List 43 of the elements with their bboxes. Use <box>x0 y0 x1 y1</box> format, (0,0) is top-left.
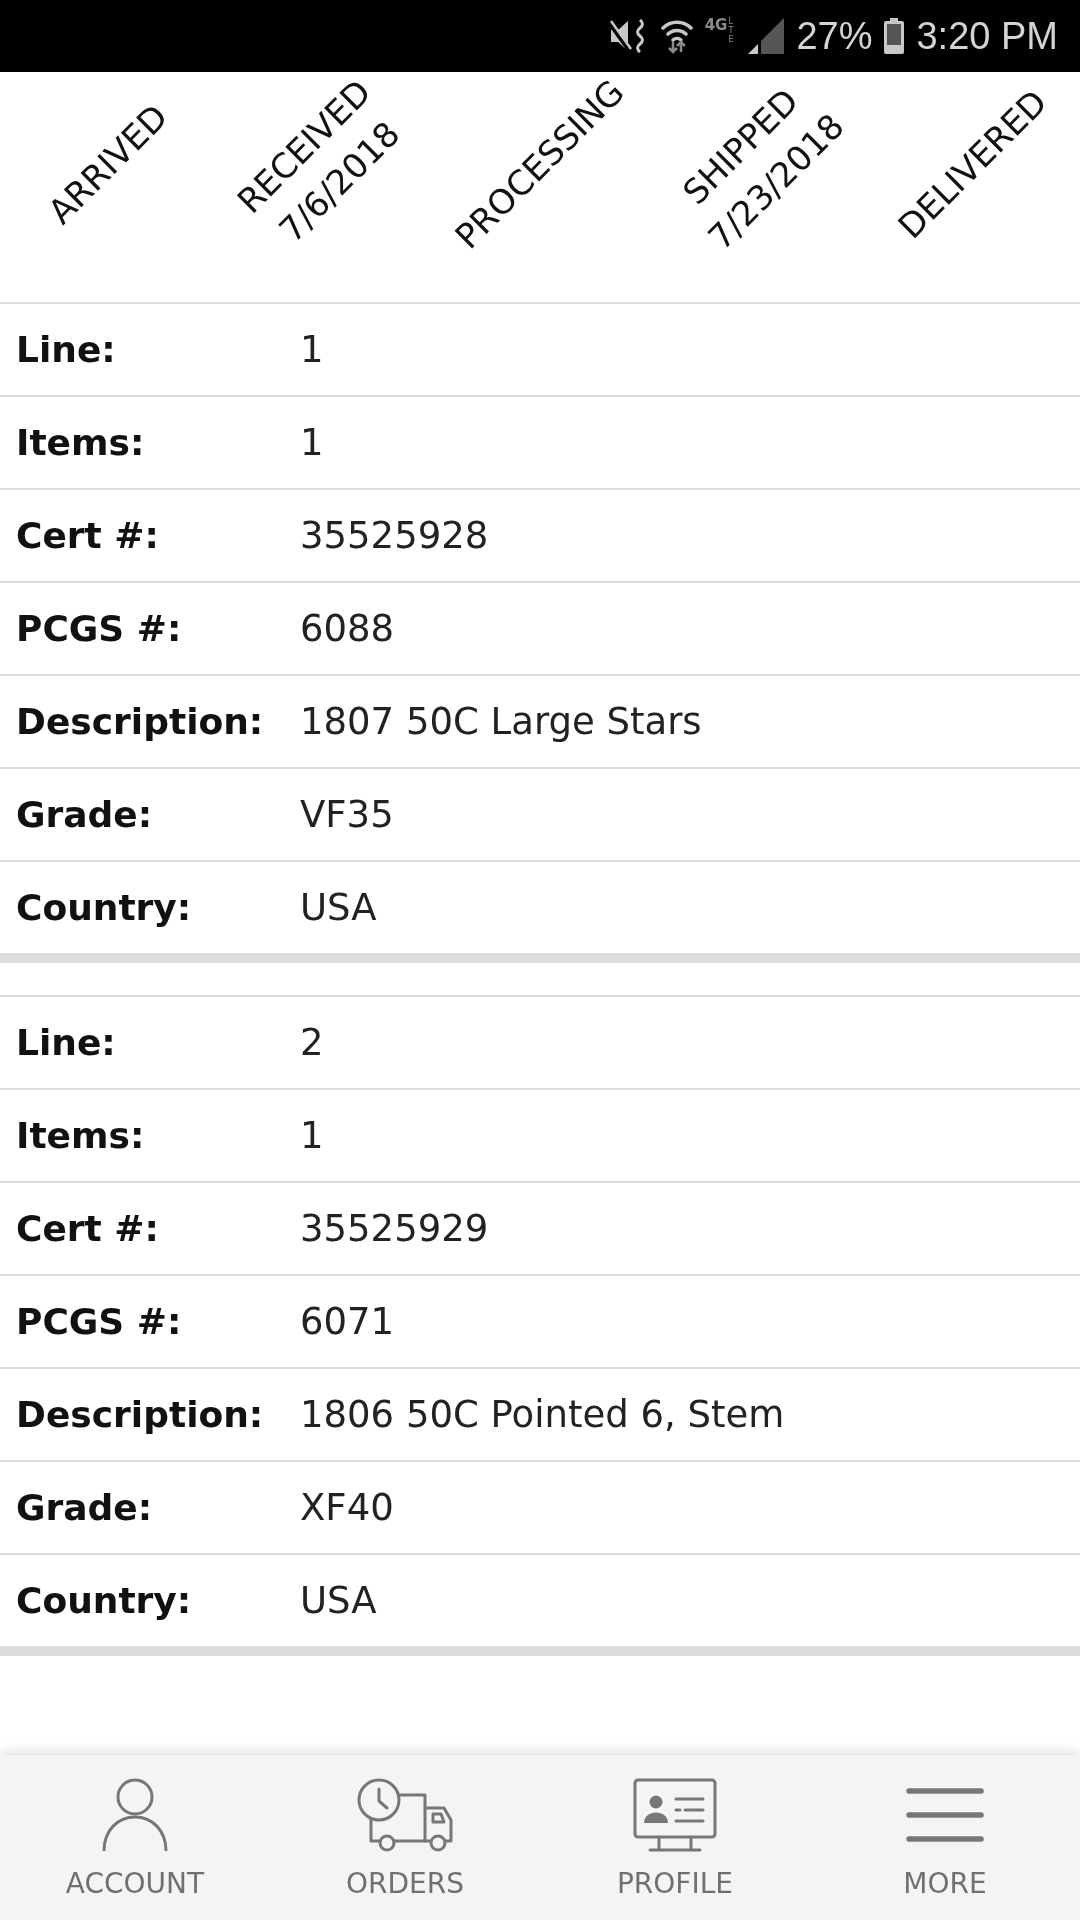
network-type: 4G <box>704 18 728 33</box>
field-value: VF35 <box>300 793 394 836</box>
field-label: Line: <box>16 1022 117 1063</box>
nav-button[interactable]: ORDERS <box>342 1775 468 1903</box>
field-label: Description: <box>16 701 265 742</box>
field-value: USA <box>300 1579 377 1622</box>
field-value: 1807 50C Large Stars <box>300 700 702 743</box>
field-value: 1 <box>300 421 324 464</box>
field-label: Cert #: <box>16 1208 160 1249</box>
battery-percent: 27% <box>796 17 873 55</box>
field-label: Country: <box>16 1580 193 1621</box>
battery-icon <box>884 18 905 54</box>
field-value: XF40 <box>300 1486 394 1529</box>
field-label: Items: <box>16 1115 146 1156</box>
menu-icon <box>906 1787 984 1843</box>
field-value: 1 <box>300 1114 324 1157</box>
field-value: 1 <box>300 328 324 371</box>
nav-button[interactable]: MORE <box>899 1775 991 1903</box>
wifi-icon <box>660 18 693 54</box>
field-label: Grade: <box>16 794 154 835</box>
field-value: 35525929 <box>300 1207 489 1250</box>
person-icon <box>101 1778 169 1852</box>
nav-button[interactable]: ACCOUNT <box>61 1775 209 1903</box>
field-value: 2 <box>300 1021 324 1064</box>
field-value: 1806 50C Pointed 6, Stem <box>300 1393 785 1436</box>
truck-clock-icon <box>357 1778 453 1852</box>
field-label: Items: <box>16 422 146 463</box>
network-suffix: LTE <box>728 18 735 45</box>
field-value: 6088 <box>300 607 395 650</box>
field-label: PCGS #: <box>16 608 183 649</box>
signal-icon <box>748 18 785 54</box>
monitor-id-card-icon <box>633 1778 717 1852</box>
field-label: Cert #: <box>16 515 160 556</box>
field-label: Description: <box>16 1394 265 1435</box>
field-label: PCGS #: <box>16 1301 183 1342</box>
field-value: USA <box>300 886 377 929</box>
field-value: 35525928 <box>300 514 489 557</box>
field-value: 6071 <box>300 1300 395 1343</box>
clock-time: 3:20 PM <box>916 17 1058 55</box>
nav-button[interactable]: PROFILE <box>612 1775 737 1903</box>
field-label: Country: <box>16 887 193 928</box>
field-label: Line: <box>16 329 117 370</box>
field-label: Grade: <box>16 1487 154 1528</box>
